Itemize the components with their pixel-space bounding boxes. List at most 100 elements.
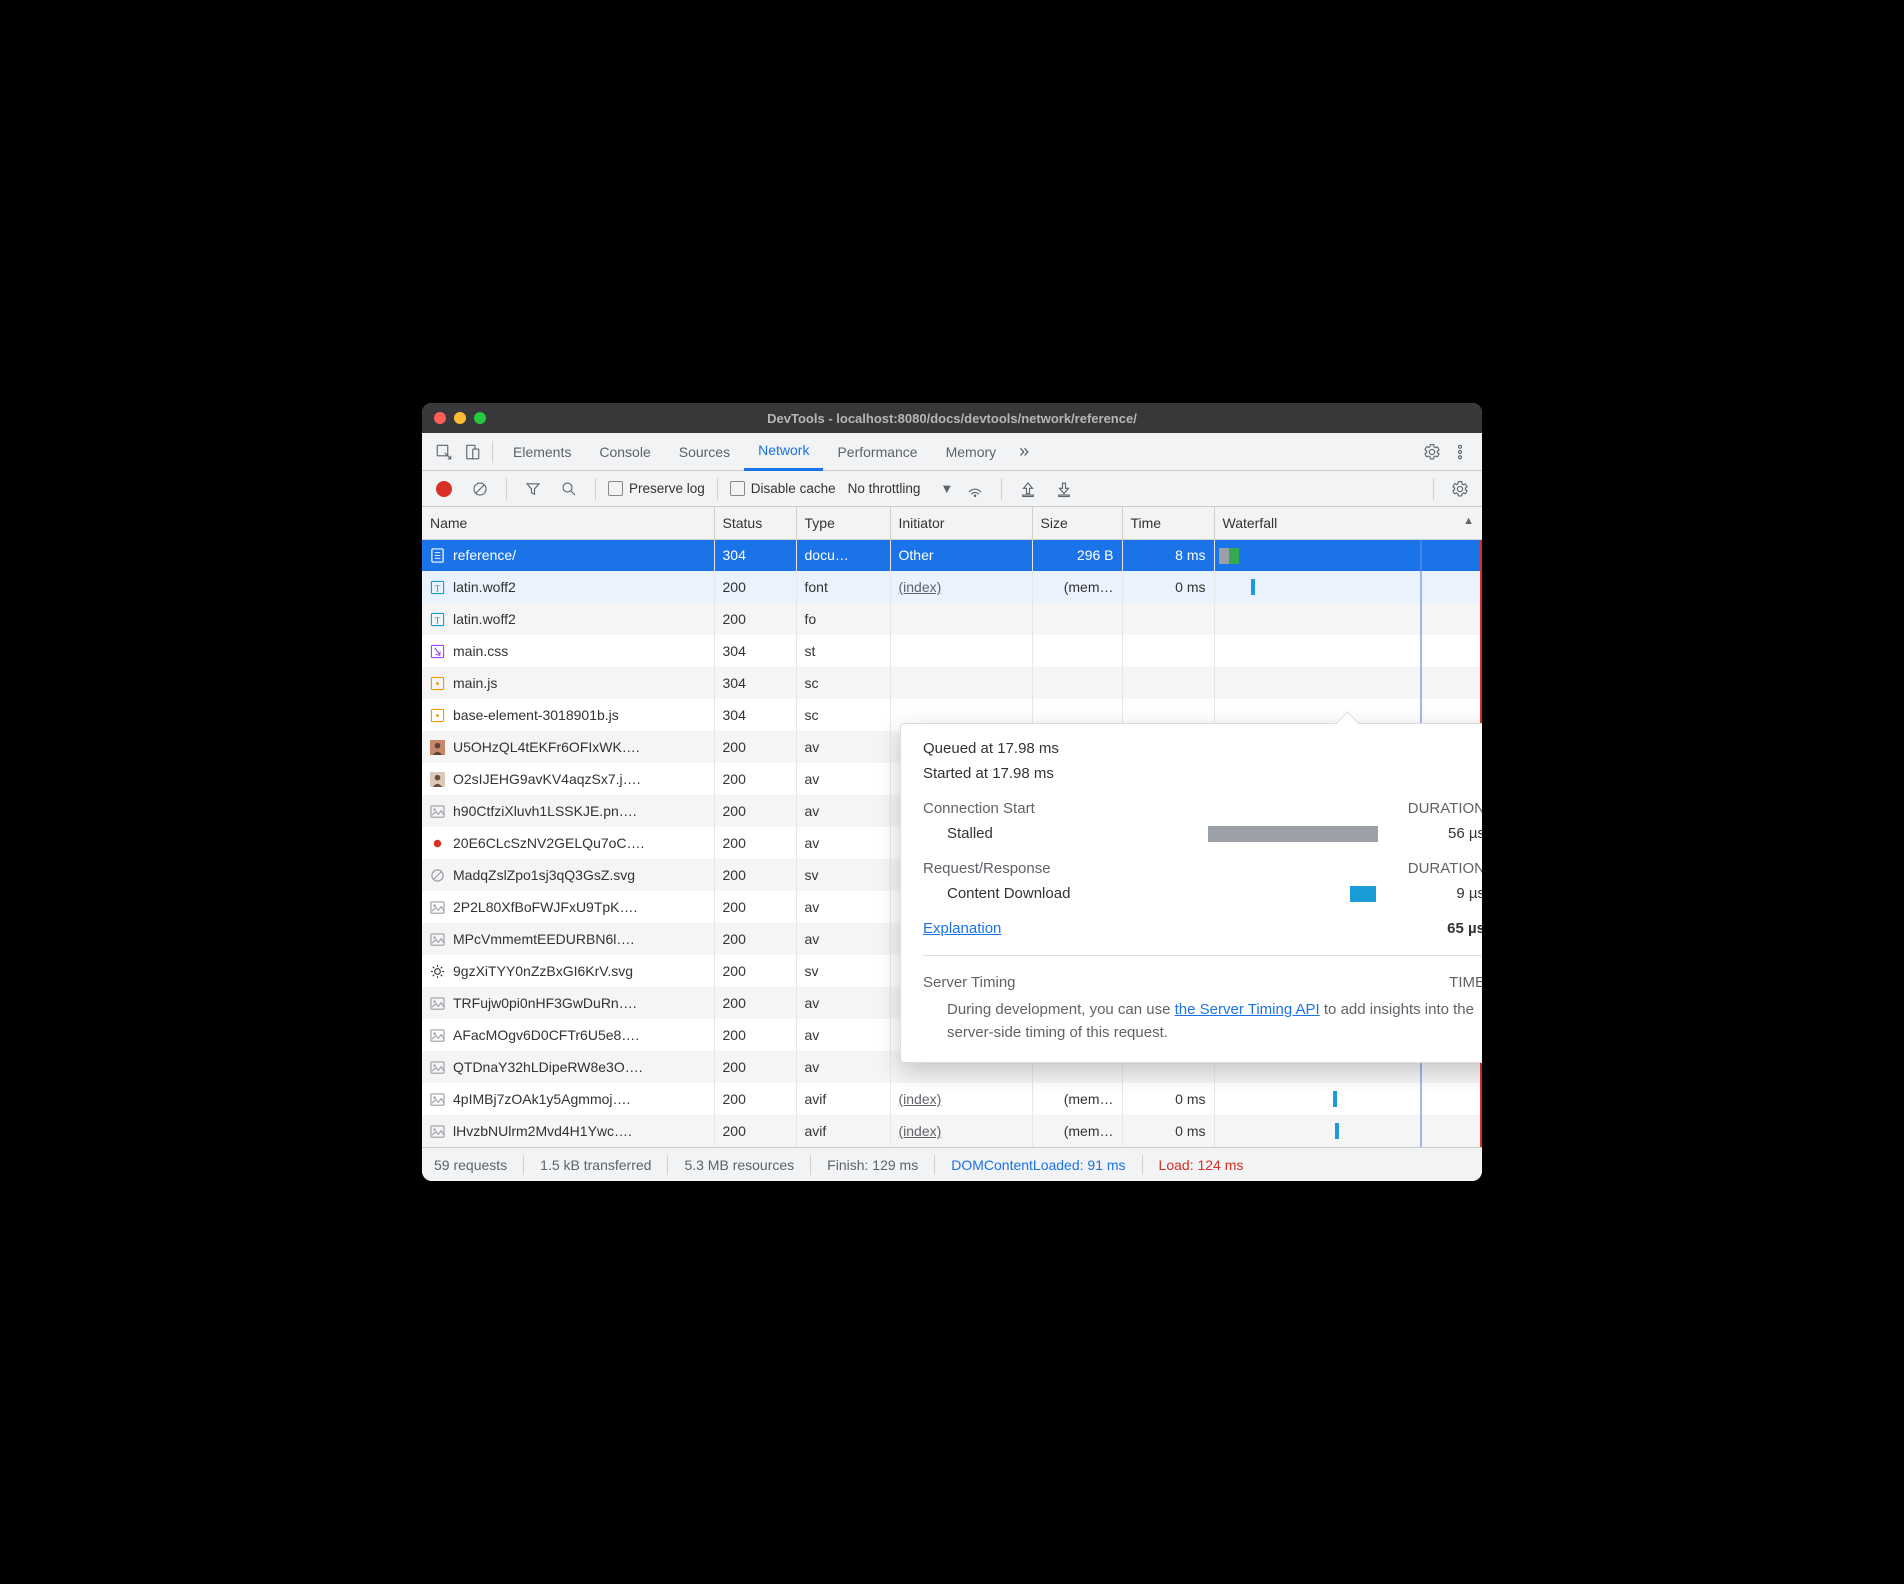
col-time[interactable]: Time xyxy=(1122,507,1214,539)
request-name: MPcVmmemtEEDURBN6l…. xyxy=(453,931,634,947)
status-transferred: 1.5 kB transferred xyxy=(540,1157,651,1173)
file-type-icon xyxy=(430,772,445,787)
initiator-link[interactable]: (index) xyxy=(899,1123,942,1139)
waterfall-cell xyxy=(1214,603,1482,635)
request-type: av xyxy=(796,827,890,859)
request-status: 200 xyxy=(714,923,796,955)
request-status: 200 xyxy=(714,1115,796,1147)
request-status: 200 xyxy=(714,571,796,603)
waterfall-bar xyxy=(1335,1123,1339,1139)
tab-memory[interactable]: Memory xyxy=(932,433,1011,471)
request-time: 0 ms xyxy=(1122,1083,1214,1115)
col-initiator[interactable]: Initiator xyxy=(890,507,1032,539)
request-initiator: (index) xyxy=(890,571,1032,603)
preserve-log-checkbox[interactable]: Preserve log xyxy=(608,481,705,496)
inspect-element-icon[interactable] xyxy=(430,438,458,466)
load-marker xyxy=(1480,667,1482,699)
request-name: AFacMOgv6D0CFTr6U5e8…. xyxy=(453,1027,639,1043)
network-conditions-icon[interactable] xyxy=(961,475,989,503)
request-type: av xyxy=(796,891,890,923)
tab-console[interactable]: Console xyxy=(585,433,664,471)
clear-button[interactable] xyxy=(466,475,494,503)
total-duration: 65 µs xyxy=(1447,920,1482,937)
request-size xyxy=(1032,603,1122,635)
waterfall-cell xyxy=(1214,539,1482,571)
request-type: av xyxy=(796,987,890,1019)
record-button[interactable] xyxy=(430,475,458,503)
request-response-header: Request/ResponseDURATION xyxy=(923,860,1482,877)
close-window-icon[interactable] xyxy=(434,412,446,424)
tab-elements[interactable]: Elements xyxy=(499,433,585,471)
status-bar: 59 requests 1.5 kB transferred 5.3 MB re… xyxy=(422,1147,1482,1181)
traffic-lights xyxy=(434,412,486,424)
status-load: Load: 124 ms xyxy=(1159,1157,1244,1173)
status-domcontentloaded: DOMContentLoaded: 91 ms xyxy=(951,1157,1125,1173)
request-name: TRFujw0pi0nHF3GwDuRn…. xyxy=(453,995,637,1011)
col-type[interactable]: Type xyxy=(796,507,890,539)
request-type: sc xyxy=(796,667,890,699)
maximize-window-icon[interactable] xyxy=(474,412,486,424)
request-name: latin.woff2 xyxy=(453,579,516,595)
filter-icon[interactable] xyxy=(519,475,547,503)
col-size[interactable]: Size xyxy=(1032,507,1122,539)
col-name[interactable]: Name xyxy=(422,507,714,539)
stalled-bar xyxy=(1208,826,1378,842)
table-row[interactable]: main.js304sc xyxy=(422,667,1482,699)
download-har-icon[interactable] xyxy=(1050,475,1078,503)
tab-sources[interactable]: Sources xyxy=(665,433,744,471)
table-row[interactable]: 4pIMBj7zOAk1y5Agmmoj….200avif(index)(mem… xyxy=(422,1083,1482,1115)
waterfall-cell xyxy=(1214,1083,1482,1115)
file-type-icon xyxy=(430,836,445,851)
waterfall-bar xyxy=(1229,548,1239,564)
request-size: 296 B xyxy=(1032,539,1122,571)
file-type-icon: T xyxy=(430,580,445,595)
table-row[interactable]: lHvzbNUlrm2Mvd4H1Ywc….200avif(index)(mem… xyxy=(422,1115,1482,1147)
waterfall-bar xyxy=(1251,579,1255,595)
request-type: av xyxy=(796,1019,890,1051)
file-type-icon: T xyxy=(430,612,445,627)
device-toolbar-icon[interactable] xyxy=(458,438,486,466)
svg-text:T: T xyxy=(435,616,441,626)
throttling-select[interactable]: No throttling ▼ xyxy=(848,481,954,496)
request-name: 9gzXiTYY0nZzBxGI6KrV.svg xyxy=(453,963,633,979)
search-icon[interactable] xyxy=(555,475,583,503)
tab-performance[interactable]: Performance xyxy=(823,433,931,471)
table-row[interactable]: Tlatin.woff2200fo xyxy=(422,603,1482,635)
kebab-menu-icon[interactable] xyxy=(1446,438,1474,466)
status-requests: 59 requests xyxy=(434,1157,507,1173)
table-row[interactable]: Tlatin.woff2200font(index)(mem…0 ms xyxy=(422,571,1482,603)
tab-network[interactable]: Network xyxy=(744,433,823,471)
col-waterfall[interactable]: Waterfall▲ xyxy=(1214,507,1482,539)
request-name: main.js xyxy=(453,675,497,691)
request-type: sv xyxy=(796,859,890,891)
dcl-marker xyxy=(1420,540,1422,572)
dcl-marker xyxy=(1420,571,1422,603)
devtools-window: DevTools - localhost:8080/docs/devtools/… xyxy=(422,403,1482,1181)
explanation-link[interactable]: Explanation xyxy=(923,920,1001,937)
request-type: sc xyxy=(796,699,890,731)
request-time: 0 ms xyxy=(1122,571,1214,603)
request-status: 304 xyxy=(714,699,796,731)
network-toolbar: Preserve log Disable cache No throttling… xyxy=(422,471,1482,507)
content-download-bar xyxy=(1350,886,1376,902)
table-row[interactable]: reference/304docu…Other296 B8 ms xyxy=(422,539,1482,571)
col-status[interactable]: Status xyxy=(714,507,796,539)
request-status: 200 xyxy=(714,1083,796,1115)
minimize-window-icon[interactable] xyxy=(454,412,466,424)
dcl-marker xyxy=(1420,667,1422,699)
disable-cache-checkbox[interactable]: Disable cache xyxy=(730,481,836,496)
status-finish: Finish: 129 ms xyxy=(827,1157,918,1173)
request-size: (mem… xyxy=(1032,1083,1122,1115)
table-row[interactable]: main.css304st xyxy=(422,635,1482,667)
server-timing-api-link[interactable]: the Server Timing API xyxy=(1175,1001,1320,1018)
network-table: Name Status Type Initiator Size Time Wat… xyxy=(422,507,1482,1147)
request-initiator xyxy=(890,635,1032,667)
network-settings-gear-icon[interactable] xyxy=(1446,475,1474,503)
settings-gear-icon[interactable] xyxy=(1418,438,1446,466)
initiator-link[interactable]: (index) xyxy=(899,1091,942,1107)
more-tabs-button[interactable]: » xyxy=(1010,438,1038,466)
initiator-link[interactable]: (index) xyxy=(899,579,942,595)
waterfall-cell xyxy=(1214,635,1482,667)
upload-har-icon[interactable] xyxy=(1014,475,1042,503)
dcl-marker xyxy=(1420,635,1422,667)
